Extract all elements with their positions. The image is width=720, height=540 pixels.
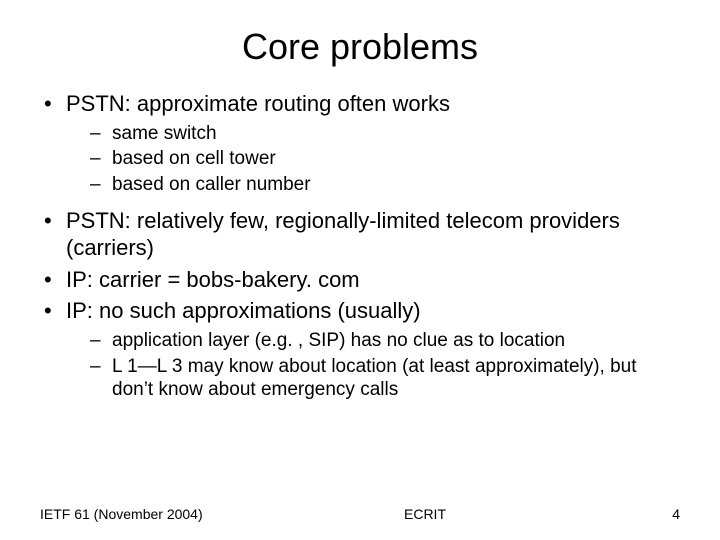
footer-left: IETF 61 (November 2004) [40, 506, 210, 522]
bullet-text: IP: no such approximations (usually) [66, 298, 421, 323]
footer: IETF 61 (November 2004) ECRIT 4 [40, 506, 680, 522]
bullet-item: PSTN: relatively few, regionally-limited… [40, 207, 680, 262]
bullet-list: PSTN: approximate routing often works sa… [40, 90, 680, 402]
bullet-item: PSTN: approximate routing often works sa… [40, 90, 680, 197]
bullet-text: PSTN: relatively few, regionally-limited… [66, 208, 620, 261]
slide-title: Core problems [40, 26, 680, 68]
footer-page-number: 4 [640, 506, 680, 522]
sub-list: application layer (e.g. , SIP) has no cl… [66, 329, 680, 402]
sub-item: based on cell tower [66, 147, 680, 171]
bullet-text: IP: carrier = bobs-bakery. com [66, 267, 360, 292]
sub-item: application layer (e.g. , SIP) has no cl… [66, 329, 680, 353]
sub-list: same switch based on cell tower based on… [66, 122, 680, 197]
bullet-text: PSTN: approximate routing often works [66, 91, 450, 116]
bullet-item: IP: no such approximations (usually) app… [40, 297, 680, 402]
footer-center: ECRIT [210, 506, 640, 522]
sub-item: based on caller number [66, 173, 680, 197]
sub-item: same switch [66, 122, 680, 146]
bullet-item: IP: carrier = bobs-bakery. com [40, 266, 680, 294]
sub-item: L 1—L 3 may know about location (at leas… [66, 355, 680, 403]
slide: Core problems PSTN: approximate routing … [0, 0, 720, 540]
